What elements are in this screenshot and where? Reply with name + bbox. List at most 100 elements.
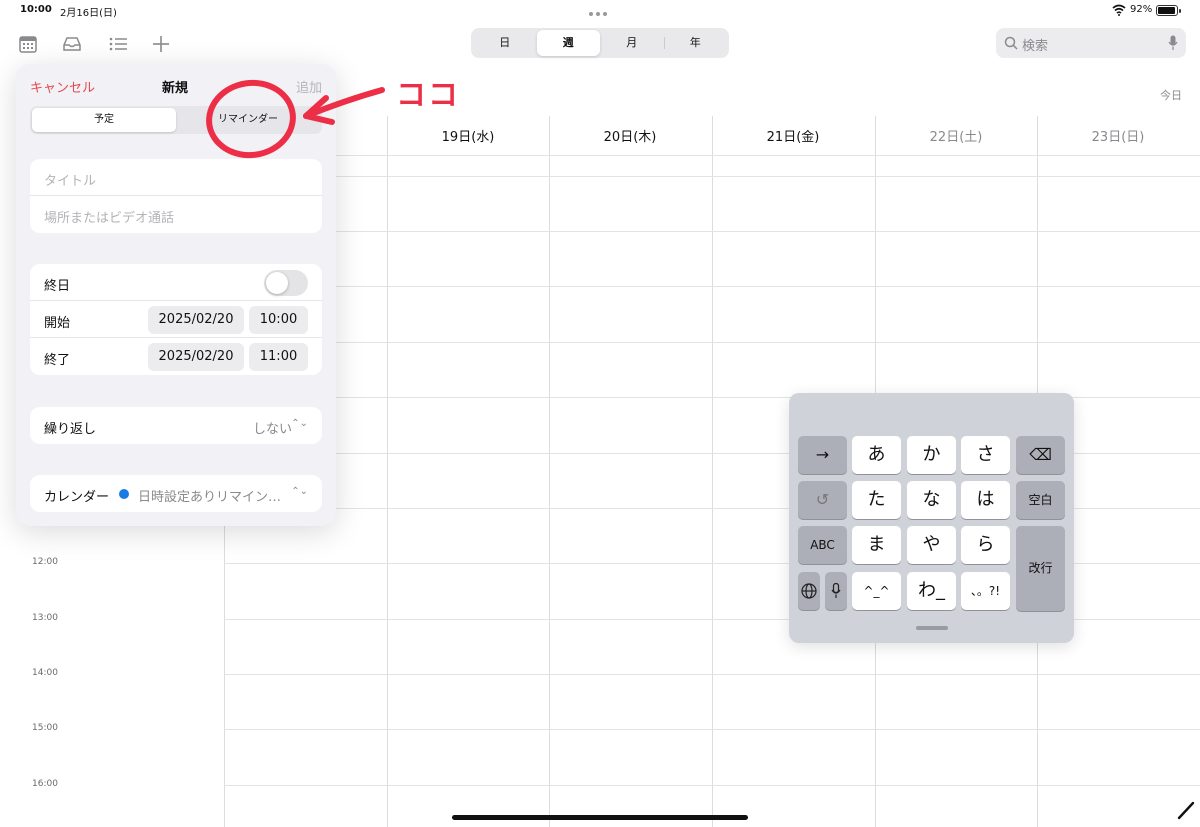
end-row: 終了 2025/02/20 11:00 xyxy=(30,338,322,375)
all-day-toggle[interactable] xyxy=(264,270,308,296)
annotation-text: ココ xyxy=(396,78,460,113)
all-day-label: 終日 xyxy=(44,279,71,294)
end-label: 終了 xyxy=(44,353,71,368)
calendar-label: カレンダー xyxy=(44,490,110,505)
grid-line xyxy=(224,155,1200,156)
key-a[interactable]: あ xyxy=(852,436,901,474)
view-switcher: 日 週 月 年 xyxy=(471,28,729,58)
globe-icon xyxy=(801,583,817,599)
tab-year[interactable]: 年 xyxy=(663,30,728,56)
return-key[interactable]: 改行 xyxy=(1016,526,1065,611)
keyboard-drag-handle[interactable] xyxy=(916,626,948,630)
day-header-22[interactable]: 22日(土) xyxy=(875,126,1037,145)
cancel-button[interactable]: キャンセル xyxy=(30,77,95,96)
home-indicator[interactable] xyxy=(452,815,748,820)
hour-label: 16:00 xyxy=(32,779,58,789)
key-ta[interactable]: た xyxy=(852,481,901,519)
day-header-20[interactable]: 20日(木) xyxy=(549,126,711,145)
grid-line xyxy=(224,785,1200,786)
annotation-arrow-icon xyxy=(303,87,385,125)
day-header-21[interactable]: 21日(金) xyxy=(712,126,874,145)
wifi-icon xyxy=(1112,4,1126,16)
next-candidate-key[interactable]: → xyxy=(798,436,847,474)
day-header-23[interactable]: 23日(日) xyxy=(1037,126,1199,145)
mic-icon[interactable] xyxy=(1168,35,1178,51)
start-label: 開始 xyxy=(44,316,71,331)
hour-label: 13:00 xyxy=(32,613,58,623)
delete-key[interactable]: ⌫ xyxy=(1016,436,1065,474)
tab-event[interactable]: 予定 xyxy=(32,108,176,132)
title-location-card: タイトル 場所またはビデオ通話 xyxy=(30,159,322,233)
abc-key[interactable]: ABC xyxy=(798,526,847,564)
calendar-value: 日時設定ありリマイン… xyxy=(138,490,282,505)
location-placeholder: 場所またはビデオ通話 xyxy=(44,211,175,226)
status-date: 2月16日(日) xyxy=(60,8,117,19)
grid-line xyxy=(712,116,713,827)
calendar-color-dot xyxy=(119,489,129,499)
pencil-icon[interactable] xyxy=(1176,800,1196,820)
key-ha[interactable]: は xyxy=(961,481,1010,519)
today-button[interactable]: 今日 xyxy=(1160,87,1182,103)
end-date-button[interactable]: 2025/02/20 xyxy=(148,343,244,371)
chevron-updown-icon: ⌃⌄ xyxy=(291,486,308,497)
key-ka[interactable]: か xyxy=(907,436,956,474)
popover-title: 新規 xyxy=(162,81,189,96)
battery-icon xyxy=(1156,5,1181,16)
tab-month[interactable]: 月 xyxy=(600,30,664,56)
calendar-row[interactable]: カレンダー 日時設定ありリマイン… ⌃⌄ xyxy=(30,475,322,512)
key-emoticon[interactable]: ^_^ xyxy=(852,572,901,610)
grid-line xyxy=(224,674,1200,675)
calendar-card: カレンダー 日時設定ありリマイン… ⌃⌄ xyxy=(30,475,322,512)
start-row: 開始 2025/02/20 10:00 xyxy=(30,301,322,338)
tab-day[interactable]: 日 xyxy=(473,30,537,56)
repeat-row[interactable]: 繰り返し しない ⌃⌄ xyxy=(30,407,322,444)
search-input[interactable]: 検索 xyxy=(996,28,1186,58)
all-day-row: 終日 xyxy=(30,264,322,301)
key-ma[interactable]: ま xyxy=(852,526,901,564)
title-placeholder: タイトル xyxy=(44,174,97,189)
hour-label: 12:00 xyxy=(32,557,58,567)
key-sa[interactable]: さ xyxy=(961,436,1010,474)
tab-week[interactable]: 週 xyxy=(536,30,600,56)
grid-line xyxy=(387,116,388,827)
status-bar: 10:00 2月16日(日) 92% xyxy=(0,0,1200,22)
floating-keyboard: → あ か さ ⌫ ↺ た な は 空白 ABC ま や ら 改行 ^_^ わ_… xyxy=(789,393,1074,643)
end-time-button[interactable]: 11:00 xyxy=(249,343,308,371)
status-time: 10:00 xyxy=(20,4,52,15)
calendar-icon[interactable] xyxy=(18,34,38,54)
search-placeholder: 検索 xyxy=(1022,39,1049,54)
grid-line xyxy=(549,116,550,827)
hour-label: 14:00 xyxy=(32,668,58,678)
space-key[interactable]: 空白 xyxy=(1016,481,1065,519)
multitask-dots-icon[interactable] xyxy=(589,8,611,16)
title-field[interactable]: タイトル xyxy=(30,159,322,196)
grid-line xyxy=(224,286,1200,287)
key-na[interactable]: な xyxy=(907,481,956,519)
chevron-updown-icon: ⌃⌄ xyxy=(291,418,308,429)
start-date-button[interactable]: 2025/02/20 xyxy=(148,306,244,334)
dictation-key[interactable] xyxy=(825,572,847,610)
key-ya[interactable]: や xyxy=(907,526,956,564)
hour-label: 15:00 xyxy=(32,723,58,733)
grid-line xyxy=(224,176,1200,177)
key-punctuation[interactable]: 、。?! xyxy=(961,572,1010,610)
start-time-button[interactable]: 10:00 xyxy=(249,306,308,334)
time-card: 終日 開始 2025/02/20 10:00 終了 2025/02/20 11:… xyxy=(30,264,322,375)
battery-percent: 92% xyxy=(1130,4,1153,15)
inbox-icon[interactable] xyxy=(62,34,82,54)
grid-line xyxy=(224,729,1200,730)
key-ra[interactable]: ら xyxy=(961,526,1010,564)
globe-key[interactable] xyxy=(798,572,820,610)
undo-key[interactable]: ↺ xyxy=(798,481,847,519)
mic-icon xyxy=(831,582,841,598)
key-wa[interactable]: わ_ xyxy=(907,572,956,610)
list-icon[interactable] xyxy=(108,34,128,54)
grid-line xyxy=(224,231,1200,232)
grid-line xyxy=(224,342,1200,343)
repeat-label: 繰り返し xyxy=(44,422,97,437)
day-header-19[interactable]: 19日(水) xyxy=(387,126,549,145)
repeat-value: しない xyxy=(252,422,292,437)
search-icon xyxy=(1004,36,1018,50)
location-field[interactable]: 場所またはビデオ通話 xyxy=(30,196,322,233)
plus-icon[interactable] xyxy=(151,34,171,54)
